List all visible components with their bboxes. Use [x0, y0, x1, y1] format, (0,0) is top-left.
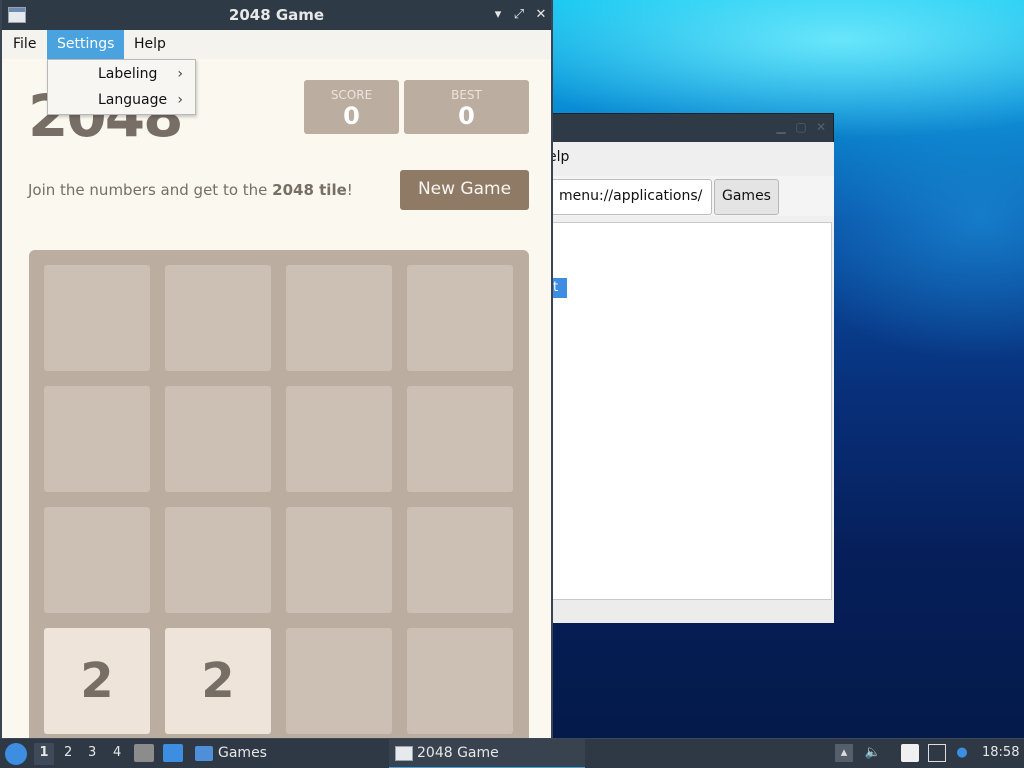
maximize-icon[interactable]: ⤢ — [510, 6, 528, 24]
window-title: 2048 Game — [228, 6, 325, 24]
grid-cell — [165, 265, 271, 371]
clipboard-icon[interactable] — [901, 744, 919, 762]
tile: 2 — [165, 628, 271, 734]
intro-text: Join the numbers and get to the 2048 til… — [28, 181, 353, 199]
close-icon[interactable]: ✕ — [813, 119, 829, 135]
file-manager-window[interactable]: ▁ ▢ ✕ elp menu://applications/ Games t — [520, 113, 834, 623]
workspace-2[interactable]: 2 — [64, 745, 72, 760]
grid-cell — [44, 386, 150, 492]
task-games-label: Games — [218, 745, 267, 761]
best-label: BEST — [451, 88, 482, 102]
grid-cell — [44, 265, 150, 371]
breadcrumb-games-button[interactable]: Games — [714, 179, 779, 215]
menu-settings[interactable]: Settings — [47, 30, 125, 59]
network-icon[interactable] — [928, 744, 946, 762]
menu-item-language-label: Language — [98, 92, 168, 108]
score-label: SCORE — [330, 88, 373, 102]
new-game-button[interactable]: New Game — [400, 170, 529, 210]
grid-cell — [407, 265, 513, 371]
window-icon — [395, 746, 413, 761]
chevron-right-icon: › — [177, 92, 183, 108]
intro-text-bold: 2048 tile — [272, 181, 347, 199]
workspace-3[interactable]: 3 — [88, 745, 96, 760]
grid-cell — [286, 386, 392, 492]
menu-item-language[interactable]: Language › — [48, 88, 195, 114]
clock: 18:58 — [982, 745, 1020, 760]
grid-cell — [286, 507, 392, 613]
task-button-2048[interactable]: 2048 Game — [389, 739, 585, 768]
task-button-games[interactable]: Games — [192, 739, 342, 768]
menu-help[interactable]: Help — [124, 30, 176, 59]
grid-cell — [286, 628, 392, 734]
maximize-icon[interactable]: ▢ — [793, 119, 809, 135]
menu-file[interactable]: File — [3, 30, 46, 59]
workspace-1[interactable]: 1 — [34, 743, 54, 765]
settings-dropdown: Labeling › Language › — [47, 59, 196, 115]
tile: 2 — [44, 628, 150, 734]
best-value: 0 — [458, 102, 475, 130]
minimize-icon[interactable]: ▁ — [773, 119, 789, 135]
grid-cell — [165, 507, 271, 613]
desktop-icon[interactable] — [163, 744, 183, 762]
folder-icon — [195, 746, 213, 761]
location-input[interactable]: menu://applications/ — [550, 179, 712, 215]
taskbar: 1 2 3 4 Games 2048 Game ▴ 🔈 ● 18:58 — [0, 738, 1024, 768]
task-2048-label: 2048 Game — [417, 745, 499, 761]
file-manager-body: elp menu://applications/ Games t — [522, 142, 834, 623]
minimize-icon[interactable]: ▾ — [489, 6, 507, 24]
start-menu-icon[interactable] — [5, 743, 27, 765]
grid-cell — [407, 386, 513, 492]
notification-icon[interactable]: ● — [953, 744, 971, 762]
intro-text-after: ! — [346, 181, 353, 199]
game-window[interactable]: 2048 Game ▾ ⤢ ✕ File Settings Help 2048 … — [0, 0, 553, 750]
score-box: SCORE 0 — [304, 80, 399, 134]
menubar: File Settings Help — [2, 30, 551, 59]
intro-text-before: Join the numbers and get to the — [28, 181, 273, 199]
grid-cell — [44, 507, 150, 613]
file-manager-statusbar — [522, 600, 834, 623]
grid-cell — [286, 265, 392, 371]
game-board[interactable]: 22 — [29, 250, 529, 750]
menu-item-labeling-label: Labeling — [98, 66, 158, 82]
volume-icon[interactable]: 🔈 — [864, 744, 882, 762]
file-manager-icon[interactable] — [134, 744, 154, 762]
file-manager-titlebar[interactable]: ▁ ▢ ✕ — [521, 114, 833, 142]
game-titlebar[interactable]: 2048 Game ▾ ⤢ ✕ — [2, 0, 551, 30]
menu-item-labeling[interactable]: Labeling › — [48, 62, 195, 88]
file-manager-menubar: elp — [522, 142, 834, 174]
best-box: BEST 0 — [404, 80, 529, 134]
chevron-right-icon: › — [177, 66, 183, 82]
grid-cell — [407, 507, 513, 613]
grid-cell — [165, 386, 271, 492]
workspace-4[interactable]: 4 — [113, 745, 121, 760]
file-list[interactable]: t — [522, 222, 832, 600]
close-icon[interactable]: ✕ — [532, 6, 550, 24]
score-value: 0 — [343, 102, 360, 130]
grid-cell — [407, 628, 513, 734]
updates-icon[interactable]: ▴ — [835, 744, 853, 762]
